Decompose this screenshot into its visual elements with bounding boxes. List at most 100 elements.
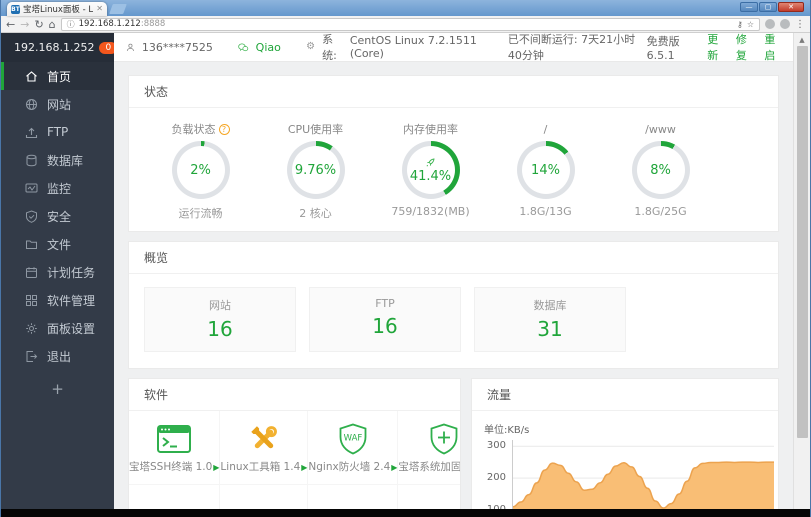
sidebar-item-files[interactable]: 文件 [1,230,114,258]
sidebar-item-logout[interactable]: 退出 [1,342,114,370]
target-icon [157,493,191,509]
sidebar-item-label: 文件 [47,237,72,252]
sidebar-item-label: 退出 [47,349,72,364]
gauge-disk-www[interactable]: /www 8% 1.8G/25G [603,120,718,221]
restart-link[interactable]: 重启 [764,33,781,63]
software-card: 软件 宝塔SSH终端 1.0▶ Linux工具箱 1.4▶ WAF Nginx防… [128,378,461,509]
y-tick-label: 300 [486,440,506,451]
software-item-partial-2[interactable] [220,485,309,509]
gauge-label: 内存使用率 [403,123,458,136]
repair-link[interactable]: 修复 [736,33,753,63]
sidebar-add-button[interactable]: + [1,370,114,408]
help-icon[interactable]: ? [218,123,230,135]
gauge-ring: 2% [171,141,230,199]
software-item-empty [308,485,399,509]
software-item-nginx-waf[interactable]: WAF Nginx防火墙 2.4▶ [308,411,399,485]
overview-card: 概览 网站 16 FTP 16 数据库 31 [128,241,779,369]
y-tick-label: 200 [486,472,506,483]
status-gauges: 负载状态? 2% 运行流畅 CPU使用率 9.76% 2 核心 内存使用率 41… [129,108,778,231]
software-item-ssh-terminal[interactable]: 宝塔SSH终端 1.0▶ [129,411,221,485]
browser-tab[interactable]: BT 宝塔Linux面板 - Linux版 ✕ [7,2,107,16]
extension-icon[interactable] [765,19,775,29]
page-scrollbar[interactable]: ▲ [793,33,810,509]
browser-tabstrip: BT 宝塔Linux面板 - Linux版 ✕ — ▢ ✕ [1,0,810,16]
gauge-percent: 2% [190,162,211,178]
overview-box-database[interactable]: 数据库 31 [474,287,626,352]
chart-unit-label: 单位:KB/s [484,425,530,436]
sidebar-item-monitor[interactable]: 监控 [1,174,114,202]
scroll-up-icon[interactable]: ▲ [799,33,804,46]
gauge-ring: 9.76% [286,141,345,199]
svg-text:WAF: WAF [344,434,363,444]
upload-icon [25,127,38,138]
sidebar: 192.168.1.252 0 首页 网站 FTP 数据库 监控 安全 文件 计… [1,33,118,509]
bookmark-star-icon[interactable]: ☆ [747,20,754,29]
gauge-disk-root[interactable]: / 14% 1.8G/13G [488,120,603,221]
forward-icon[interactable]: → [20,19,29,30]
software-item-partial-1[interactable] [129,485,221,509]
gauge-percent: 9.76% [294,162,337,178]
sidebar-item-label: FTP [47,125,69,139]
update-link[interactable]: 更新 [707,33,724,63]
waf-shield-icon: WAF [338,419,368,459]
gauge-label: / [543,122,548,136]
url-text: 192.168.1.212:8888 [78,19,166,29]
overview-box-value: 31 [537,317,563,341]
extension-icon[interactable] [780,19,790,29]
baota-favicon: BT [11,4,20,14]
minimize-button[interactable]: — [740,2,758,12]
system-label: 系统: [322,33,337,62]
traffic-chart[interactable]: 300 200 100 [482,440,774,509]
browser-menu-icon[interactable]: ⋮ [795,19,805,30]
overview-box-sites[interactable]: 网站 16 [144,287,296,352]
gauge-load[interactable]: 负载状态? 2% 运行流畅 [143,120,258,221]
software-item-label: 宝塔SSH终端 1.0 [129,461,213,473]
tab-close-icon[interactable]: ✕ [96,5,103,13]
back-icon[interactable]: ← [6,19,15,30]
server-ip: 192.168.1.252 [14,41,95,54]
maximize-button[interactable]: ▢ [759,2,777,12]
gauge-label: /www [645,122,676,136]
gauge-sublabel: 运行流畅 [178,207,223,220]
sidebar-item-ftp[interactable]: FTP [1,118,114,146]
traffic-title: 流量 [472,379,778,411]
grid-icon [26,294,37,306]
sidebar-item-panel-settings[interactable]: 面板设置 [1,314,114,342]
software-item-system-hardening[interactable]: 宝塔系统加固 1.3▶ [398,411,460,485]
url-port: :8888 [140,19,166,29]
gauge-percent: 14% [531,162,560,178]
overview-box-label: FTP [375,297,395,310]
shield-check-icon [26,209,37,223]
y-tick-label: 100 [482,504,506,509]
sidebar-item-security[interactable]: 安全 [1,202,114,230]
gauge-memory[interactable]: 内存使用率 41.4% 759/1832(MB) [373,120,488,221]
page-info-icon[interactable]: ⓘ [67,19,75,30]
monitor-chart-icon [25,183,38,192]
close-button[interactable]: ✕ [778,2,804,12]
address-bar[interactable]: ⓘ 192.168.1.212:8888 ⚷ ☆ [60,17,760,31]
sidebar-item-cron[interactable]: 计划任务 [1,258,114,286]
sidebar-item-sites[interactable]: 网站 [1,90,114,118]
rocket-icon[interactable] [425,157,436,168]
im-account-name[interactable]: Qiao [256,41,281,54]
key-icon[interactable]: ⚷ [737,20,743,29]
uptime-text: 已不间断运行: 7天21小时40分钟 [507,33,636,62]
new-tab-button[interactable] [109,4,127,14]
overview-box-ftp[interactable]: FTP 16 [309,287,461,352]
software-item-linux-toolbox[interactable]: Linux工具箱 1.4▶ [220,411,309,485]
gauge-cpu[interactable]: CPU使用率 9.76% 2 核心 [258,120,373,221]
sidebar-item-database[interactable]: 数据库 [1,146,114,174]
sidebar-item-app-store[interactable]: 软件管理 [1,286,114,314]
sidebar-item-home[interactable]: 首页 [1,62,114,90]
overview-box-label: 数据库 [533,299,567,312]
gauge-ring: 14% [516,141,575,199]
reload-icon[interactable]: ↻ [34,19,43,30]
gauge-percent: 8% [650,162,671,178]
tab-title: 宝塔Linux面板 - Linux版 [23,5,94,15]
sidebar-item-label: 首页 [47,69,72,84]
scrollbar-thumb[interactable] [796,46,808,438]
sidebar-item-label: 数据库 [47,153,84,168]
account-phone[interactable]: 136****7525 [142,41,213,54]
gauge-sublabel: 1.8G/13G [519,205,572,218]
home-icon[interactable]: ⌂ [49,19,56,30]
